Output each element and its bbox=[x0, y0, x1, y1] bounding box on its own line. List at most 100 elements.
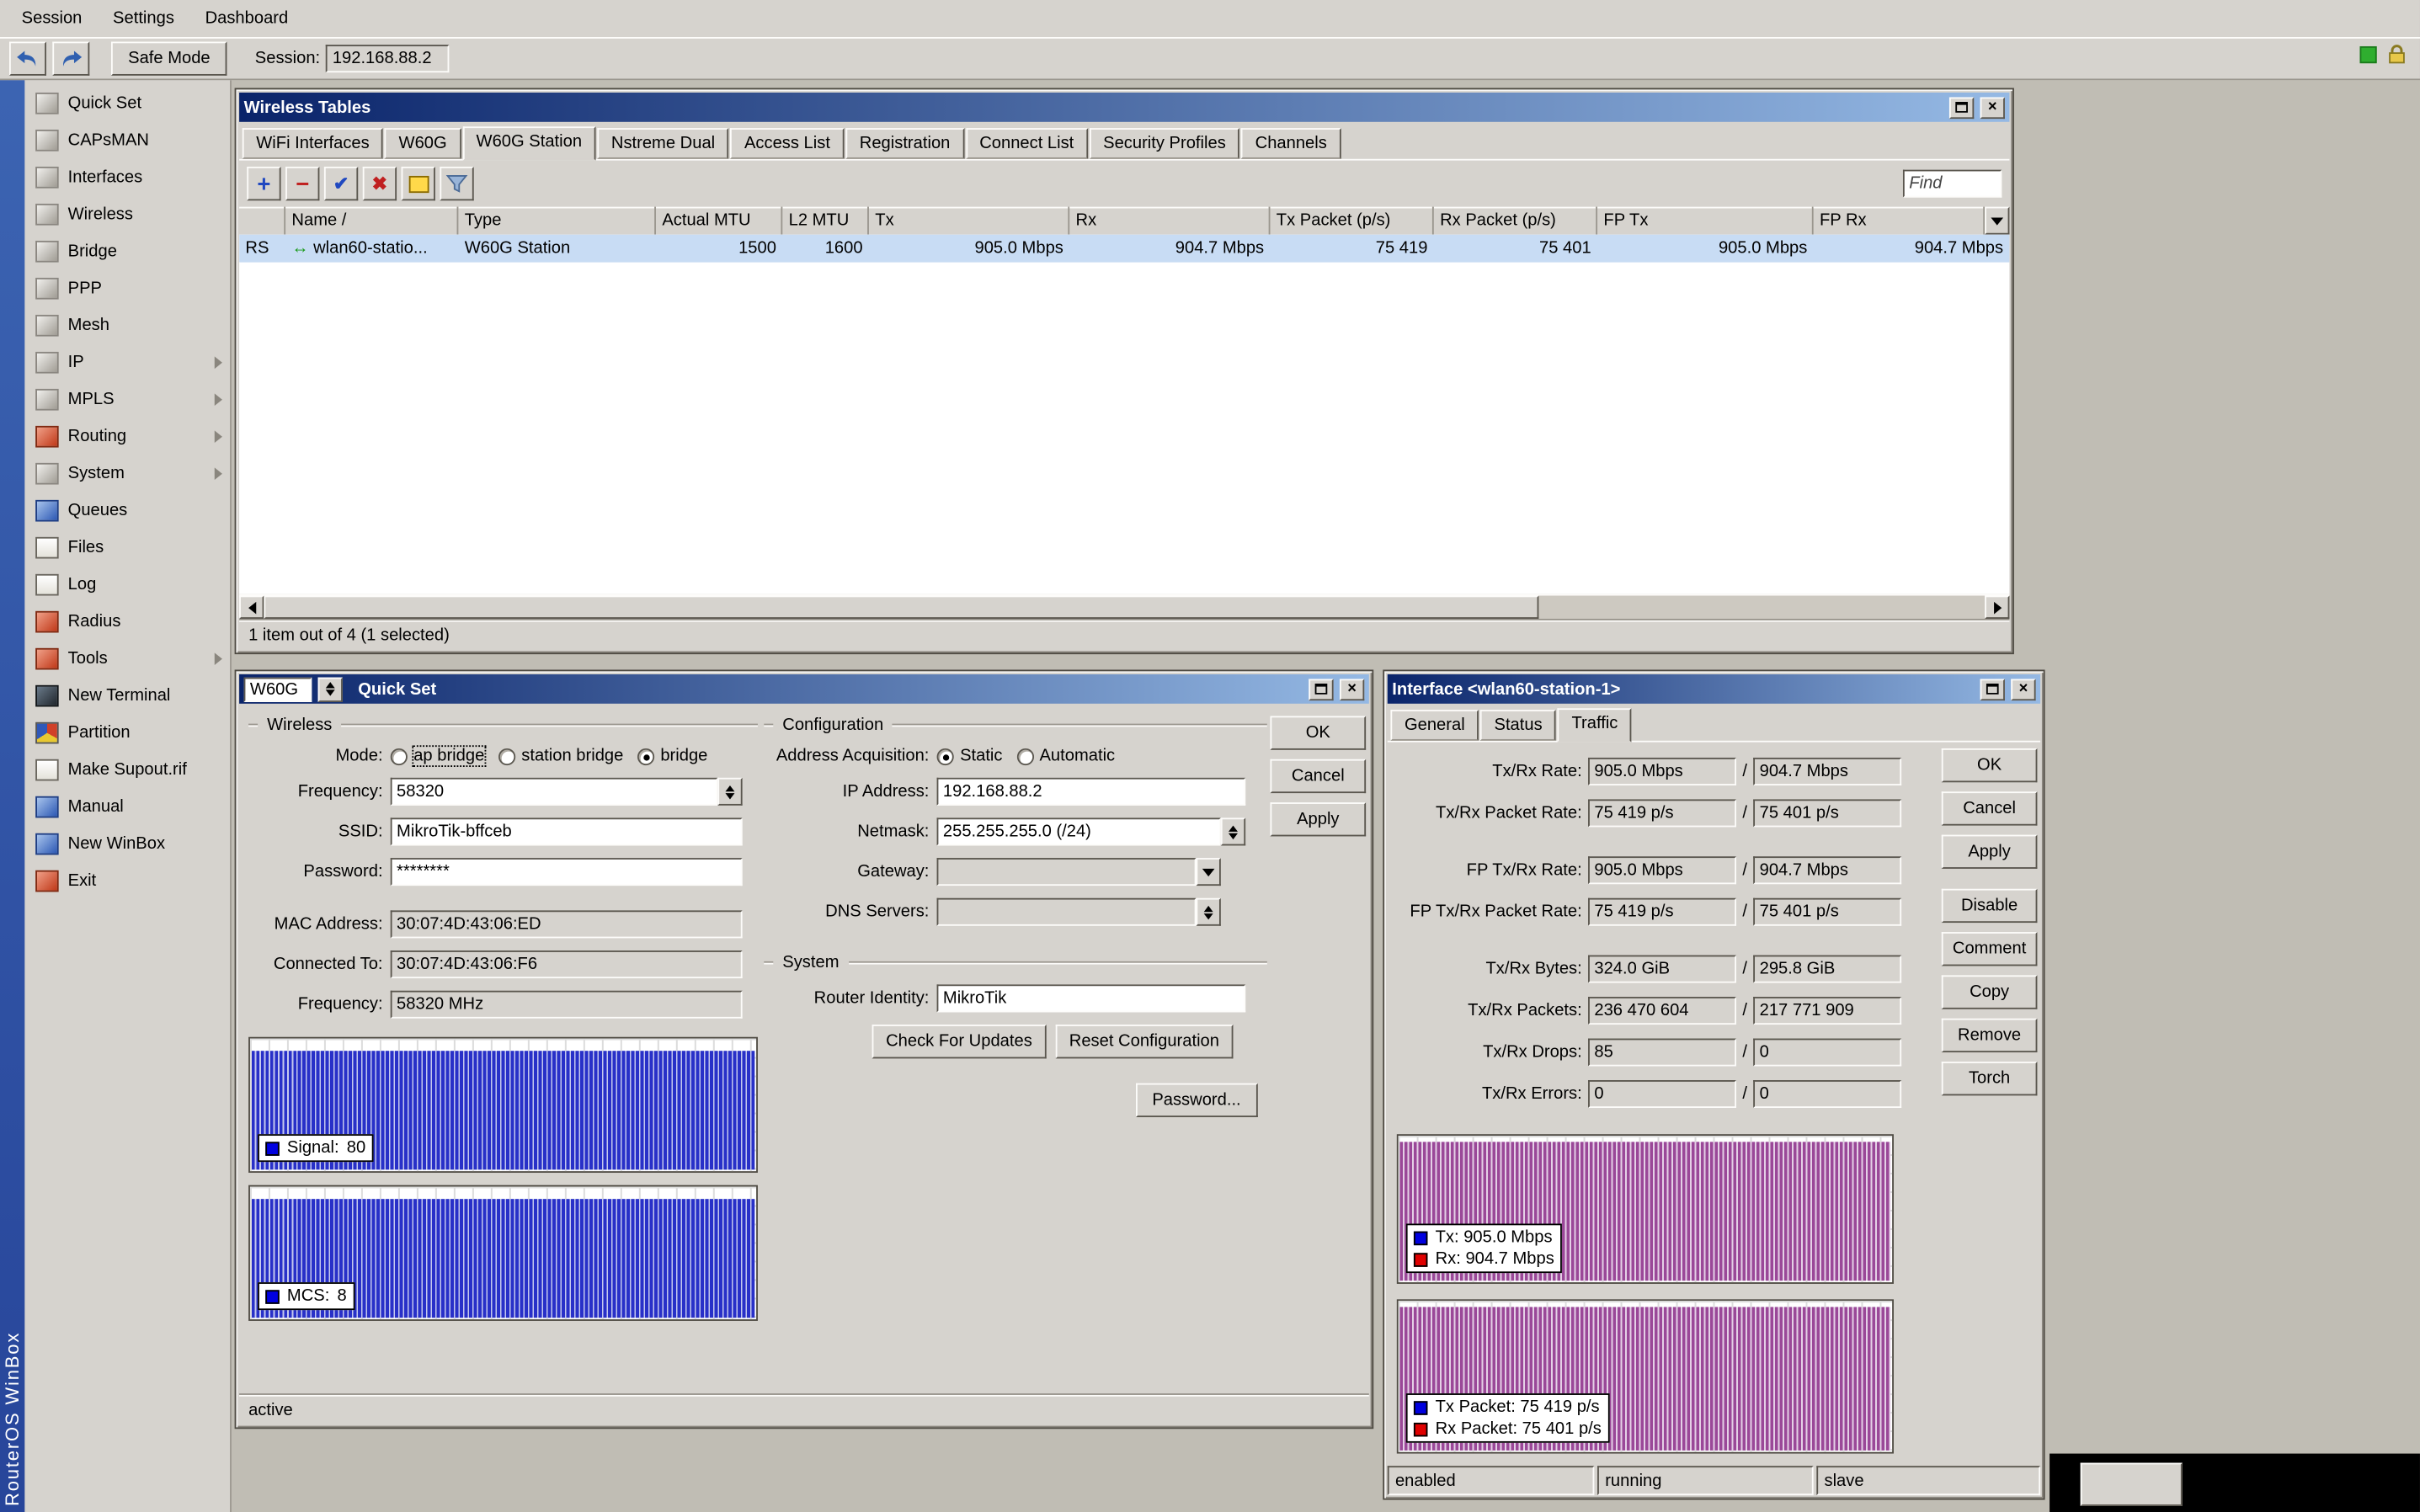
column-tx-packet[interactable]: Tx Packet (p/s) bbox=[1270, 207, 1433, 235]
apply-button[interactable]: Apply bbox=[1942, 835, 2038, 869]
sidebar-item-wireless[interactable]: Wireless bbox=[24, 196, 230, 233]
tab-w60g[interactable]: W60G bbox=[385, 128, 461, 159]
close-button[interactable]: × bbox=[1980, 97, 2005, 119]
sidebar-item-make-supout[interactable]: Make Supout.rif bbox=[24, 752, 230, 789]
sidebar-item-bridge[interactable]: Bridge bbox=[24, 233, 230, 270]
comment-button[interactable] bbox=[402, 167, 435, 200]
remove-button[interactable]: Remove bbox=[1942, 1019, 2038, 1052]
restore-button[interactable] bbox=[1949, 97, 1974, 119]
close-button[interactable]: × bbox=[2011, 679, 2035, 700]
password-dialog-button[interactable]: Password... bbox=[1135, 1083, 1258, 1117]
sidebar-item-radius[interactable]: Radius bbox=[24, 604, 230, 641]
apply-button[interactable]: Apply bbox=[1270, 802, 1366, 836]
menu-session[interactable]: Session bbox=[9, 4, 94, 32]
ok-button[interactable]: OK bbox=[1270, 716, 1366, 749]
redo-button[interactable] bbox=[52, 41, 89, 75]
frequency-input[interactable]: 58320 bbox=[391, 778, 718, 806]
tab-traffic[interactable]: Traffic bbox=[1558, 708, 1632, 742]
horizontal-scrollbar[interactable] bbox=[239, 594, 2009, 619]
password-input[interactable]: ******** bbox=[391, 858, 743, 886]
tab-w60g-station[interactable]: W60G Station bbox=[462, 126, 596, 160]
dns-spinner[interactable] bbox=[1196, 898, 1220, 926]
radio-bridge[interactable]: bridge bbox=[637, 747, 708, 765]
interface-titlebar[interactable]: Interface <wlan60-station-1> × bbox=[1388, 674, 2040, 704]
router-identity-input[interactable]: MikroTik bbox=[937, 984, 1246, 1012]
tab-access-list[interactable]: Access List bbox=[730, 128, 844, 159]
tab-security-profiles[interactable]: Security Profiles bbox=[1090, 128, 1240, 159]
sidebar-item-mpls[interactable]: MPLS bbox=[24, 381, 230, 418]
menu-dashboard[interactable]: Dashboard bbox=[193, 4, 301, 32]
remove-button[interactable]: − bbox=[285, 167, 319, 200]
sidebar-item-routing[interactable]: Routing bbox=[24, 418, 230, 455]
sidebar-item-ip[interactable]: IP bbox=[24, 344, 230, 381]
scrollbar-thumb[interactable] bbox=[264, 595, 1538, 618]
menu-settings[interactable]: Settings bbox=[100, 4, 186, 32]
column-l2-mtu[interactable]: L2 MTU bbox=[782, 207, 869, 235]
sidebar-item-tools[interactable]: Tools bbox=[24, 641, 230, 678]
column-fp-rx[interactable]: FP Rx bbox=[1814, 207, 1985, 235]
mode-selector-dropdown[interactable] bbox=[318, 677, 343, 701]
ssid-input[interactable]: MikroTik-bffceb bbox=[391, 817, 743, 845]
sidebar-item-new-winbox[interactable]: New WinBox bbox=[24, 826, 230, 863]
mode-selector-value[interactable]: W60G bbox=[244, 677, 312, 701]
radio-ap-bridge[interactable]: ap bridge bbox=[391, 747, 485, 765]
sidebar-item-quick-set[interactable]: Quick Set bbox=[24, 85, 230, 122]
sidebar-item-mesh[interactable]: Mesh bbox=[24, 307, 230, 344]
tab-connect-list[interactable]: Connect List bbox=[966, 128, 1088, 159]
radio-station-bridge[interactable]: station bridge bbox=[498, 747, 624, 765]
gateway-input[interactable] bbox=[937, 858, 1197, 886]
column-selector-button[interactable] bbox=[1985, 207, 2009, 235]
cancel-button[interactable]: Cancel bbox=[1270, 759, 1366, 793]
table-row[interactable]: RS ↔wlan60-statio... W60G Station 1500 1… bbox=[239, 235, 2009, 263]
cancel-button[interactable]: Cancel bbox=[1942, 791, 2038, 825]
sidebar-item-ppp[interactable]: PPP bbox=[24, 270, 230, 307]
find-input[interactable]: Find bbox=[1903, 170, 2002, 198]
column-fp-tx[interactable]: FP Tx bbox=[1597, 207, 1814, 235]
sidebar-item-queues[interactable]: Queues bbox=[24, 492, 230, 530]
ok-button[interactable]: OK bbox=[1942, 748, 2038, 782]
close-button[interactable]: × bbox=[1340, 679, 1364, 700]
column-actual-mtu[interactable]: Actual MTU bbox=[656, 207, 782, 235]
tab-general[interactable]: General bbox=[1390, 710, 1479, 741]
column-rx-packet[interactable]: Rx Packet (p/s) bbox=[1434, 207, 1597, 235]
tab-channels[interactable]: Channels bbox=[1241, 128, 1341, 159]
enable-button[interactable]: ✔ bbox=[324, 167, 358, 200]
column-tx[interactable]: Tx bbox=[869, 207, 1069, 235]
restore-button[interactable] bbox=[1980, 679, 2005, 700]
sidebar-item-log[interactable]: Log bbox=[24, 567, 230, 604]
frequency-spinner[interactable] bbox=[717, 778, 742, 806]
tab-registration[interactable]: Registration bbox=[845, 128, 964, 159]
column-name[interactable]: Name/ bbox=[285, 207, 458, 235]
sidebar-item-files[interactable]: Files bbox=[24, 530, 230, 567]
safe-mode-button[interactable]: Safe Mode bbox=[111, 41, 227, 75]
wireless-tables-titlebar[interactable]: Wireless Tables × bbox=[239, 93, 2009, 122]
netmask-input[interactable]: 255.255.255.0 (/24) bbox=[937, 817, 1221, 845]
sidebar-item-capsman[interactable]: CAPsMAN bbox=[24, 122, 230, 159]
session-address-field[interactable]: 192.168.88.2 bbox=[326, 45, 450, 72]
tab-wifi-interfaces[interactable]: WiFi Interfaces bbox=[243, 128, 383, 159]
column-flags[interactable] bbox=[239, 207, 285, 235]
scroll-right-button[interactable] bbox=[1985, 595, 2009, 618]
check-for-updates-button[interactable]: Check For Updates bbox=[872, 1025, 1047, 1058]
filter-button[interactable] bbox=[440, 167, 473, 200]
restore-button[interactable] bbox=[1309, 679, 1333, 700]
disable-button[interactable]: Disable bbox=[1942, 889, 2038, 923]
column-type[interactable]: Type bbox=[458, 207, 656, 235]
radio-automatic[interactable]: Automatic bbox=[1016, 747, 1115, 765]
sidebar-item-exit[interactable]: Exit bbox=[24, 863, 230, 900]
netmask-spinner[interactable] bbox=[1221, 817, 1245, 845]
column-rx[interactable]: Rx bbox=[1069, 207, 1270, 235]
gateway-dropdown[interactable] bbox=[1196, 858, 1220, 886]
sidebar-item-interfaces[interactable]: Interfaces bbox=[24, 159, 230, 196]
quick-set-titlebar[interactable]: W60G Quick Set × bbox=[239, 674, 1369, 704]
sidebar-item-manual[interactable]: Manual bbox=[24, 789, 230, 826]
sidebar-item-partition[interactable]: Partition bbox=[24, 715, 230, 752]
add-button[interactable]: + bbox=[247, 167, 280, 200]
ip-address-input[interactable]: 192.168.88.2 bbox=[937, 778, 1246, 806]
tab-nstreme-dual[interactable]: Nstreme Dual bbox=[597, 128, 728, 159]
comment-button[interactable]: Comment bbox=[1942, 932, 2038, 966]
radio-static[interactable]: Static bbox=[937, 747, 1003, 765]
sidebar-item-new-terminal[interactable]: New Terminal bbox=[24, 678, 230, 715]
dns-input[interactable] bbox=[937, 898, 1197, 926]
torch-button[interactable]: Torch bbox=[1942, 1062, 2038, 1095]
